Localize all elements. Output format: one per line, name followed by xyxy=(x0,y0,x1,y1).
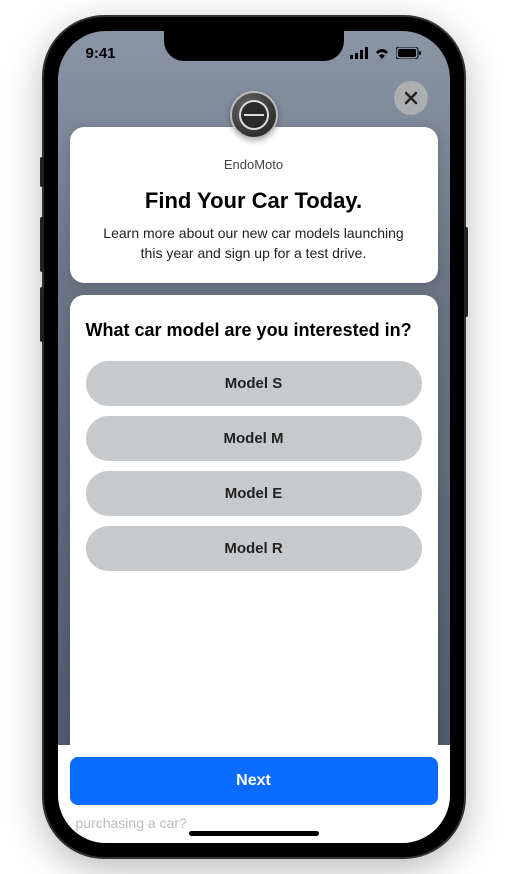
phone-frame: 9:41 EndoMo xyxy=(44,17,464,857)
option-model-s[interactable]: Model S xyxy=(86,361,422,406)
battery-icon xyxy=(396,47,422,59)
volume-down xyxy=(40,287,44,342)
power-button xyxy=(464,227,468,317)
option-model-r[interactable]: Model R xyxy=(86,526,422,571)
silent-switch xyxy=(40,157,44,187)
signal-icon xyxy=(350,47,368,59)
volume-up xyxy=(40,217,44,272)
next-button[interactable]: Next xyxy=(70,757,438,805)
status-icons xyxy=(350,47,422,59)
subtext: Learn more about our new car models laun… xyxy=(90,224,418,263)
close-button[interactable] xyxy=(394,81,428,115)
screen: 9:41 EndoMo xyxy=(58,31,450,843)
intro-card: EndoMoto Find Your Car Today. Learn more… xyxy=(70,127,438,283)
notch xyxy=(164,31,344,61)
headline: Find Your Car Today. xyxy=(90,188,418,214)
brand-logo xyxy=(230,91,278,139)
question-text: What car model are you interested in? xyxy=(86,319,422,342)
option-model-m[interactable]: Model M xyxy=(86,416,422,461)
options-list: Model S Model M Model E Model R xyxy=(86,361,422,571)
option-model-e[interactable]: Model E xyxy=(86,471,422,516)
bottom-bar: Next purchasing a car? xyxy=(58,745,450,843)
brand-name: EndoMoto xyxy=(90,157,418,172)
logo-icon xyxy=(239,100,269,130)
close-icon xyxy=(403,90,419,106)
home-indicator[interactable] xyxy=(189,831,319,836)
wifi-icon xyxy=(374,47,390,59)
status-time: 9:41 xyxy=(86,45,116,62)
ghost-text: purchasing a car? xyxy=(70,815,438,831)
logo-wrap xyxy=(70,91,438,139)
content-area: EndoMoto Find Your Car Today. Learn more… xyxy=(58,75,450,843)
